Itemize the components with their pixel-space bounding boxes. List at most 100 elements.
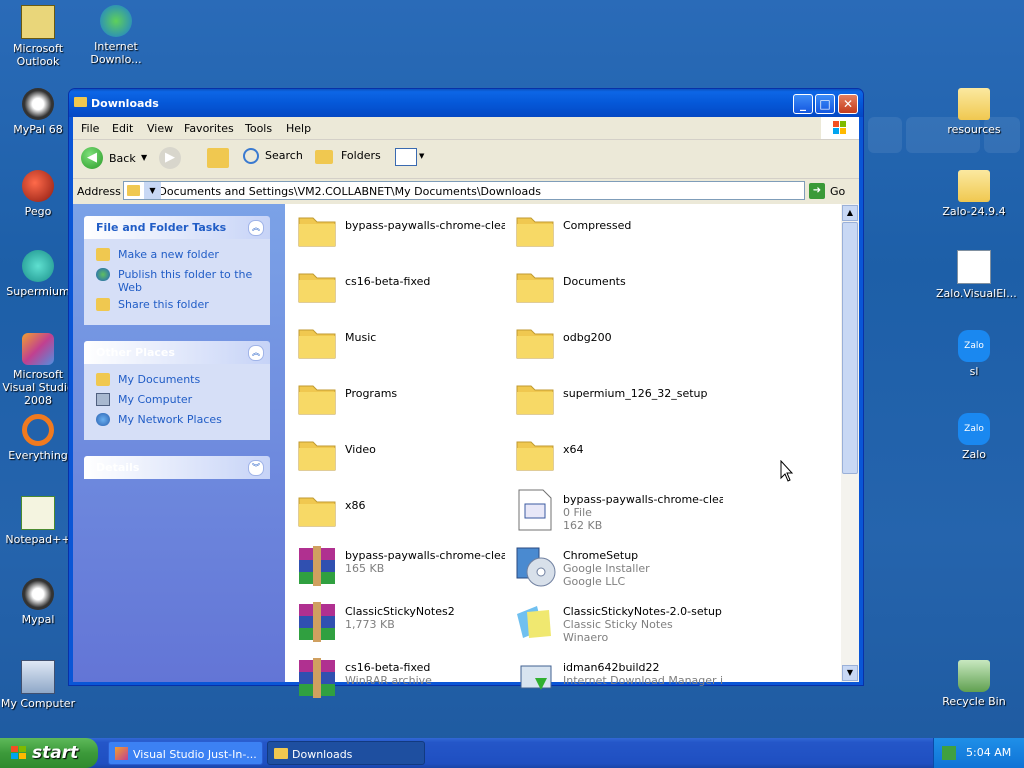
- pego-icon: [22, 170, 54, 202]
- winrar-archive-icon: [295, 600, 339, 644]
- other-places-header[interactable]: Other Places ︽: [84, 341, 270, 364]
- address-label: Address: [77, 185, 121, 198]
- desktop-icon-label: Supermium: [6, 285, 70, 298]
- taskbar-button-visual-studio[interactable]: Visual Studio Just-In-...: [108, 741, 263, 765]
- folders-button[interactable]: Folders: [341, 149, 381, 162]
- desktop-icon-label: resources: [947, 123, 1001, 136]
- toolbar: ◀ Back ▼ ▶ Search Folders ▼: [73, 140, 859, 179]
- collapse-icon[interactable]: ︽: [248, 345, 264, 361]
- file-folder-tasks-header[interactable]: File and Folder Tasks ︽: [84, 216, 270, 239]
- mouse-cursor-icon: [780, 460, 794, 482]
- scroll-up-button[interactable]: ▲: [842, 205, 858, 221]
- internet-download-manager-icon: [513, 656, 557, 700]
- menu-tools[interactable]: Tools: [245, 122, 272, 135]
- desktop-icon-pego[interactable]: Pego: [0, 170, 76, 218]
- desktop-icon-everything[interactable]: Everything: [0, 414, 76, 462]
- folder-item[interactable]: Programs: [289, 372, 504, 424]
- file-item[interactable]: bypass-paywalls-chrome-clea... 0 File 162 …: [507, 484, 723, 536]
- menu-edit[interactable]: Edit: [112, 122, 133, 135]
- scroll-down-button[interactable]: ▼: [842, 665, 858, 681]
- start-button[interactable]: start: [0, 738, 98, 768]
- file-folder-tasks-panel: Make a new folder Publish this folder to…: [84, 239, 270, 325]
- task-share-folder[interactable]: Share this folder: [96, 298, 209, 311]
- share-folder-icon: [96, 298, 110, 311]
- folder-item[interactable]: Music: [289, 316, 504, 368]
- winrar-archive-icon: [295, 656, 339, 700]
- folder-item[interactable]: Documents: [507, 260, 722, 312]
- desktop-icon-sl[interactable]: Zalo sl: [936, 330, 1012, 378]
- search-icon: [243, 148, 259, 164]
- folder-item[interactable]: supermium_126_32_setup: [507, 372, 722, 424]
- desktop-icon-zalo-folder[interactable]: Zalo-24.9.4: [936, 170, 1012, 218]
- desktop-icon-label: sl: [969, 365, 979, 378]
- document-icon: [513, 488, 557, 532]
- raccoon-icon: [22, 88, 54, 120]
- folder-item[interactable]: x86: [289, 484, 504, 536]
- title-bar[interactable]: Downloads _ □ ✕: [69, 89, 863, 117]
- desktop-icon-supermium[interactable]: Supermium: [0, 250, 76, 298]
- network-tray-icon[interactable]: [942, 746, 956, 760]
- address-bar: Address E:\Documents and Settings\VM2.CO…: [73, 179, 859, 203]
- desktop-icon-zalo-visual[interactable]: Zalo.VisualEl...: [936, 250, 1017, 300]
- maximize-button[interactable]: □: [815, 94, 835, 114]
- task-make-new-folder[interactable]: Make a new folder: [96, 248, 219, 261]
- place-my-computer[interactable]: My Computer: [96, 393, 192, 406]
- folder-item[interactable]: Video: [289, 428, 504, 480]
- taskbar-button-downloads[interactable]: Downloads: [267, 741, 425, 765]
- setup-item[interactable]: ChromeSetup Google Installer Google LLC: [507, 540, 722, 592]
- details-header[interactable]: Details ︾: [84, 456, 270, 479]
- desktop-icon-visual-studio[interactable]: Microsoft Visual Studio 2008: [0, 333, 76, 407]
- back-button[interactable]: ◀ Back ▼: [79, 143, 149, 173]
- clock[interactable]: 5:04 AM: [966, 746, 1011, 759]
- folder-item[interactable]: bypass-paywalls-chrome-clea...: [289, 204, 505, 256]
- dropdown-button[interactable]: ▼: [144, 182, 161, 199]
- chevron-down-icon[interactable]: ▼: [419, 152, 424, 160]
- desktop-icon-resources[interactable]: resources: [936, 88, 1012, 136]
- windows-logo-icon: [821, 117, 859, 139]
- forward-arrow-icon[interactable]: ▶: [159, 147, 181, 169]
- archive-item[interactable]: bypass-paywalls-chrome-clea... 165 KB: [289, 540, 505, 592]
- menu-file[interactable]: File: [81, 122, 99, 135]
- desktop-icon-mypal68[interactable]: MyPal 68: [0, 88, 76, 136]
- folder-icon: [74, 97, 87, 107]
- archive-item[interactable]: ClassicStickyNotes2 1,773 KB: [289, 596, 504, 648]
- desktop-icon-outlook[interactable]: Microsoft Outlook: [0, 5, 76, 68]
- scroll-thumb[interactable]: [842, 222, 858, 474]
- up-folder-icon[interactable]: [207, 148, 229, 168]
- desktop-icon-my-computer[interactable]: My Computer: [0, 660, 76, 710]
- menu-favorites[interactable]: Favorites: [184, 122, 234, 135]
- folder-item[interactable]: x64: [507, 428, 722, 480]
- close-button[interactable]: ✕: [838, 94, 858, 114]
- desktop-icon-recycle-bin[interactable]: Recycle Bin: [936, 660, 1012, 708]
- desktop-icon-idm[interactable]: Internet Downlo...: [78, 5, 154, 66]
- desktop-icon-label: Notepad++: [5, 533, 71, 546]
- task-publish-folder[interactable]: Publish this folder to the Web: [96, 268, 270, 294]
- folder-item[interactable]: Compressed: [507, 204, 722, 256]
- address-input[interactable]: E:\Documents and Settings\VM2.COLLABNET\…: [123, 181, 805, 200]
- outlook-icon: [21, 5, 55, 39]
- go-arrow-icon[interactable]: ➜: [809, 183, 825, 199]
- folder-item[interactable]: cs16-beta-fixed: [289, 260, 504, 312]
- place-my-documents[interactable]: My Documents: [96, 373, 200, 386]
- go-button[interactable]: Go: [830, 185, 845, 198]
- menu-help[interactable]: Help: [286, 122, 311, 135]
- archive-item[interactable]: cs16-beta-fixed WinRAR archive: [289, 652, 504, 704]
- collapse-icon[interactable]: ︽: [248, 220, 264, 236]
- file-list: bypass-paywalls-chrome-clea... Compresse…: [285, 204, 841, 698]
- desktop-icon-zalo[interactable]: Zalo Zalo: [936, 413, 1012, 461]
- desktop-icon-notepadpp[interactable]: Notepad++: [0, 496, 76, 546]
- folder-item[interactable]: odbg200: [507, 316, 722, 368]
- search-button[interactable]: Search: [265, 149, 303, 162]
- desktop-icon-label: Everything: [8, 449, 68, 462]
- vertical-scrollbar[interactable]: ▲ ▼: [841, 204, 859, 682]
- place-my-network[interactable]: My Network Places: [96, 413, 222, 426]
- views-icon[interactable]: [395, 148, 417, 166]
- minimize-button[interactable]: _: [793, 94, 813, 114]
- expand-icon[interactable]: ︾: [248, 460, 264, 476]
- other-places-panel: My Documents My Computer My Network Plac…: [84, 364, 270, 440]
- desktop-icon-mypal[interactable]: Mypal: [0, 578, 76, 626]
- menu-view[interactable]: View: [147, 122, 173, 135]
- sticky-notes-icon: [513, 600, 557, 644]
- setup-item[interactable]: idman642build22 Internet Download Manager…: [507, 652, 723, 704]
- setup-item[interactable]: ClassicStickyNotes-2.0-setup Classic Stic…: [507, 596, 722, 648]
